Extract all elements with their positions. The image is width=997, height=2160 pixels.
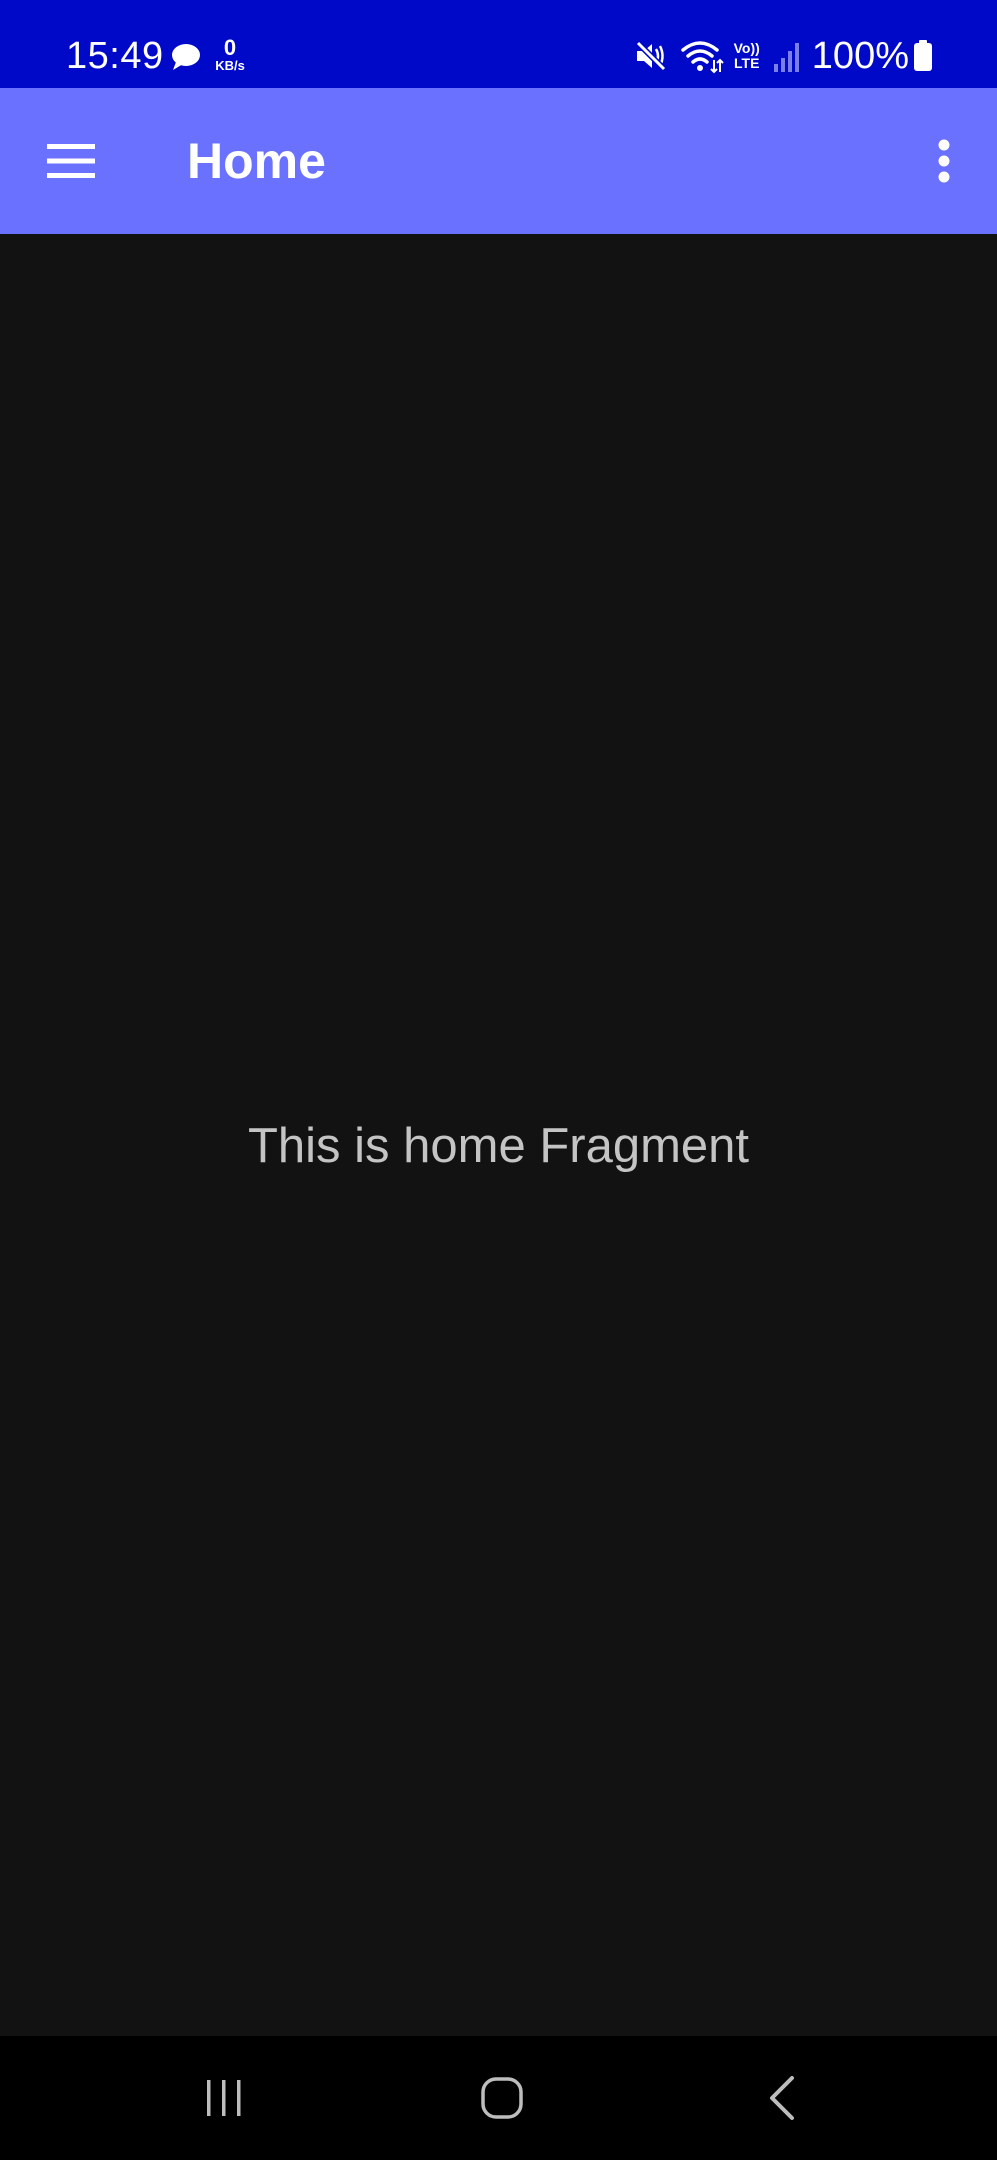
home-button[interactable] (462, 2058, 542, 2138)
recents-button[interactable] (184, 2058, 264, 2138)
net-speed-unit: KB/s (215, 58, 245, 73)
page-title: Home (187, 133, 326, 189)
wifi-icon (680, 41, 724, 74)
recents-icon (207, 2080, 241, 2116)
signal-icon (773, 43, 799, 72)
battery-icon (914, 40, 932, 71)
status-bar: 15:49 0 KB/s Vo)) LTE 100% (0, 0, 997, 88)
status-time: 15:49 (66, 35, 164, 77)
chat-icon (172, 44, 200, 70)
screen: 15:49 0 KB/s Vo)) LTE 100% Home This is … (0, 0, 997, 2160)
mute-icon (635, 40, 666, 72)
app-bar: Home (0, 88, 997, 234)
home-fragment: This is home Fragment (0, 234, 997, 2036)
volte-top: Vo)) (733, 40, 760, 56)
back-icon (770, 2076, 794, 2120)
net-speed-value: 0 (223, 35, 237, 60)
back-button[interactable] (742, 2058, 822, 2138)
system-nav-bar (0, 2036, 997, 2160)
net-speed: 0 KB/s (210, 35, 250, 74)
volte-bottom: LTE (734, 55, 760, 71)
more-options-button[interactable] (911, 128, 977, 194)
more-vert-icon (938, 139, 950, 183)
status-icons: Vo)) LTE 100% (634, 34, 933, 78)
home-icon (481, 2077, 523, 2119)
volte-icon: Vo)) LTE (734, 41, 760, 71)
battery-percent: 100% (811, 35, 909, 77)
navigation-menu-button[interactable] (38, 128, 104, 194)
hamburger-menu-icon (47, 144, 95, 178)
fragment-message: This is home Fragment (247, 1119, 750, 1173)
